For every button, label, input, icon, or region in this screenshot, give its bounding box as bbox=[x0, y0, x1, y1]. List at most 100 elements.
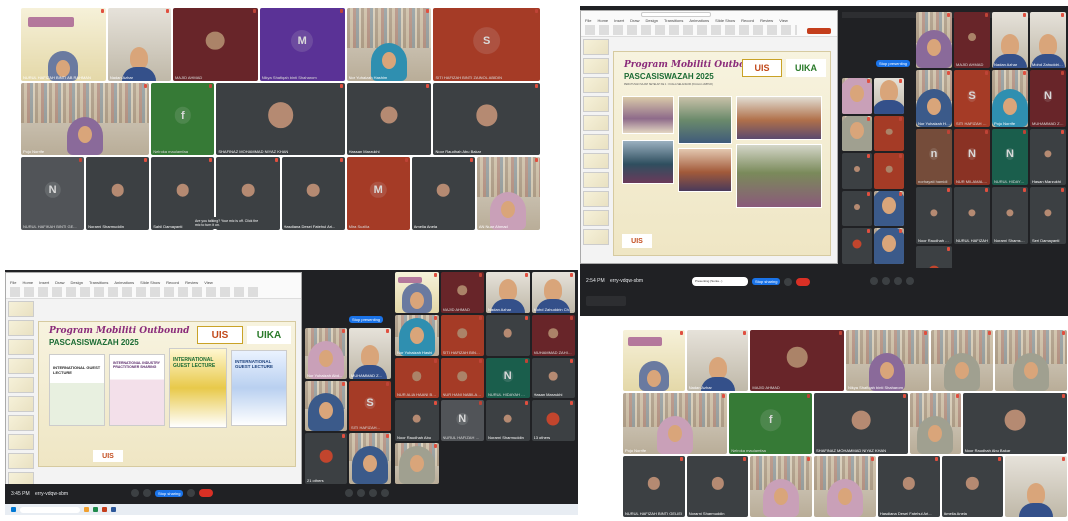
info-icon[interactable] bbox=[345, 489, 353, 497]
participant-tile[interactable]: M Mira Suzilia bbox=[346, 157, 410, 230]
stop-presenting-button[interactable]: Stop presenting bbox=[349, 316, 384, 323]
activities-icon[interactable] bbox=[381, 489, 389, 497]
participant-tile[interactable]: Hassan Marzukhi bbox=[346, 82, 432, 156]
participant-tile[interactable]: Nadan Azhar bbox=[107, 8, 171, 81]
participant-tile[interactable] bbox=[842, 115, 872, 152]
slide-thumbnails[interactable] bbox=[8, 301, 34, 495]
search-box[interactable] bbox=[641, 12, 711, 17]
participant-tile[interactable] bbox=[842, 153, 872, 189]
tab-insert[interactable]: Insert bbox=[39, 280, 49, 285]
participant-tile[interactable] bbox=[874, 153, 904, 189]
thumbnail[interactable] bbox=[583, 153, 609, 169]
participant-tile[interactable]: 13 others bbox=[531, 400, 575, 442]
participant-tile[interactable]: N MUHAMMAD ZUR... bbox=[1030, 70, 1066, 127]
participant-tile[interactable]: Nor Yuhaizah Hashim bbox=[346, 8, 432, 81]
participant-tile[interactable] bbox=[909, 393, 961, 454]
participant-tile[interactable]: N NURUL HIDAYAH BI... bbox=[486, 357, 530, 399]
tab-file[interactable]: File bbox=[585, 18, 591, 23]
more-options-icon[interactable] bbox=[187, 489, 196, 497]
participant-tile[interactable]: Seri Damayanti bbox=[1030, 187, 1066, 244]
participant-tile[interactable]: Hasan Marzukhi bbox=[1030, 128, 1066, 186]
tab-transitions[interactable]: Transitions bbox=[664, 18, 683, 23]
participant-tile[interactable]: M Nikya Shafiqah binti Shaharom bbox=[259, 8, 345, 81]
participant-tile[interactable]: f Nelroka maulamfaa bbox=[729, 393, 813, 454]
participant-tile[interactable]: Norarni Shamsuddin bbox=[992, 187, 1028, 244]
word-icon[interactable] bbox=[111, 507, 116, 512]
participant-tile[interactable]: Noor Raudhah Abu Bakar bbox=[962, 393, 1067, 454]
participant-tile[interactable] bbox=[916, 12, 952, 69]
participant-tile[interactable] bbox=[842, 78, 872, 114]
participant-tile[interactable]: Nor Yuhaizah Hashi bbox=[395, 314, 439, 356]
stop-sharing-button[interactable]: Stop sharing bbox=[155, 489, 184, 497]
participant-tile[interactable] bbox=[395, 272, 439, 313]
participant-tile[interactable] bbox=[874, 228, 904, 264]
thumbnail[interactable] bbox=[583, 77, 609, 93]
mic-icon[interactable] bbox=[131, 489, 139, 497]
participant-tile[interactable]: Mohd Zahuddrin Che... bbox=[1030, 12, 1066, 69]
participant-tile[interactable] bbox=[930, 330, 993, 391]
participant-tile[interactable]: NURUL HAFIZAH BINTI GELIEI bbox=[623, 456, 685, 517]
participant-tile[interactable]: AN Nuar Ahmad bbox=[476, 157, 540, 230]
participant-tile[interactable]: SITI HAFIZAH BINTI ZAIN... bbox=[440, 314, 484, 356]
tab-design[interactable]: Design bbox=[645, 18, 657, 23]
start-icon[interactable] bbox=[11, 507, 16, 512]
participant-tile[interactable] bbox=[874, 115, 904, 152]
participant-tile[interactable]: N NURUL HAFIKAH BINTI GE... bbox=[21, 157, 85, 230]
participant-tile[interactable] bbox=[994, 330, 1067, 391]
participant-tile[interactable]: SHAFINAZ MOHAMMAD NIYAZ KHAN bbox=[216, 82, 345, 156]
tab-transitions[interactable]: Transitions bbox=[89, 280, 108, 285]
participant-tile[interactable]: NURUL HAFIZAH BINTI AB RAHMAN bbox=[21, 8, 106, 81]
participant-tile[interactable]: N NURUL HIDAYAH B... bbox=[992, 128, 1028, 186]
participant-tile[interactable]: NUR HANI NABILAH BI... bbox=[440, 357, 484, 399]
participant-tile[interactable]: Pojo Norrife bbox=[992, 70, 1028, 127]
tab-draw[interactable]: Draw bbox=[630, 18, 639, 23]
tab-draw[interactable]: Draw bbox=[55, 280, 64, 285]
participant-tile[interactable]: Nadan Azhar bbox=[992, 12, 1028, 69]
participant-tile[interactable]: Nadan Azhar bbox=[686, 330, 749, 391]
tab-design[interactable]: Design bbox=[70, 280, 82, 285]
participant-tile[interactable]: 21 others bbox=[305, 433, 347, 484]
thumbnail[interactable] bbox=[8, 377, 34, 393]
chat-icon[interactable] bbox=[894, 277, 902, 285]
share-button[interactable] bbox=[807, 28, 831, 34]
participant-tile[interactable] bbox=[349, 433, 391, 484]
participant-tile[interactable]: MAJID AHMAD bbox=[750, 330, 844, 391]
participant-tile[interactable]: Norarni Sharmuddin bbox=[686, 456, 749, 517]
thumbnail[interactable] bbox=[583, 134, 609, 150]
participant-tile[interactable]: Pojo Norrife bbox=[623, 393, 728, 454]
participant-tile[interactable]: n norhayati hamidi bbox=[916, 128, 952, 186]
thumbnail[interactable] bbox=[583, 115, 609, 131]
participant-tile[interactable] bbox=[874, 78, 904, 114]
activities-icon[interactable] bbox=[906, 277, 914, 285]
participant-tile[interactable] bbox=[305, 380, 347, 432]
participant-tile[interactable] bbox=[842, 190, 872, 227]
taskbar-search[interactable] bbox=[20, 506, 80, 513]
thumbnail[interactable] bbox=[8, 453, 34, 469]
participant-tile[interactable]: f Nelroka maulamfaa bbox=[151, 82, 215, 156]
participant-tile[interactable]: MUHAMMAD ZAHID... bbox=[531, 314, 575, 356]
tab-slideshow[interactable]: Slide Show bbox=[140, 280, 160, 285]
tab-view[interactable]: View bbox=[204, 280, 213, 285]
tab-animations[interactable]: Animations bbox=[689, 18, 709, 23]
participant-tile[interactable] bbox=[395, 443, 439, 484]
participant-tile[interactable]: SHAFINAZ MOHAMMAD NIYAZ KHAN bbox=[814, 393, 908, 454]
leave-call-button[interactable] bbox=[796, 277, 811, 286]
thumbnail[interactable] bbox=[8, 396, 34, 412]
participant-tile[interactable]: MAJID AHMAD bbox=[172, 8, 258, 81]
participant-tile[interactable]: Noor Raudhah Abu Bakar bbox=[433, 82, 540, 156]
thumbnail[interactable] bbox=[8, 434, 34, 450]
chrome-icon[interactable] bbox=[93, 507, 98, 512]
tab-home[interactable]: Home bbox=[22, 280, 33, 285]
participant-tile[interactable]: Mohd Zahuddrin Che... bbox=[531, 272, 575, 313]
participant-tile[interactable]: Norarni Sharmuddin bbox=[86, 157, 150, 230]
thumbnail[interactable] bbox=[583, 96, 609, 112]
participant-tile[interactable]: Norarni Sharmuddin bbox=[486, 400, 530, 442]
tab-slideshow[interactable]: Slide Show bbox=[715, 18, 735, 23]
thumbnail[interactable] bbox=[8, 415, 34, 431]
participant-tile[interactable]: N NURUL HAFIZAH BI... bbox=[440, 400, 484, 442]
tab-file[interactable]: File bbox=[10, 280, 16, 285]
participant-tile[interactable] bbox=[1005, 456, 1067, 517]
participant-tile[interactable]: Amelia Anela bbox=[941, 456, 1004, 517]
chat-icon[interactable] bbox=[369, 489, 377, 497]
thumbnail[interactable] bbox=[8, 358, 34, 374]
